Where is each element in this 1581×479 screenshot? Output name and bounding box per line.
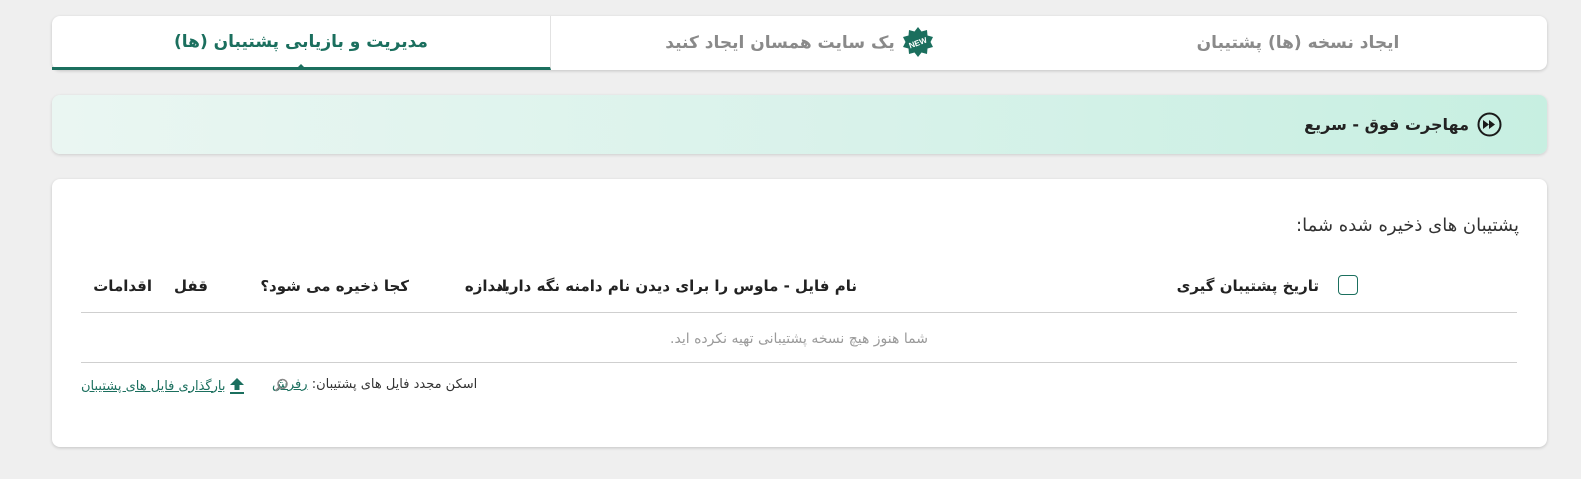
tab-clone-site[interactable]: NEW یک سایت همسان ایجاد کنید [551, 16, 1049, 70]
tab-clone-site-label: یک سایت همسان ایجاد کنید [665, 33, 895, 53]
tab-create-backup-label: ایجاد نسخه (ها) پشتیبان [1196, 33, 1400, 53]
tabs-bar: ایجاد نسخه (ها) پشتیبان NEW یک سایت همسا… [52, 16, 1547, 70]
search-icon[interactable] [274, 378, 289, 393]
column-header-filename: نام فایل - ماوس را برای دیدن نام دامنه ن… [495, 277, 857, 295]
backups-card: پشتیبان های ذخیره شده شما: تاریخ پشتیبان… [52, 179, 1547, 447]
tab-manage-restore[interactable]: مدیریت و بازیابی پشتیبان (ها) [52, 16, 551, 70]
banner-title: مهاجرت فوق - سریع [1304, 115, 1469, 134]
footer-divider [81, 362, 1517, 363]
column-header-lock: قفل [173, 277, 208, 295]
column-header-actions: اقدامات [93, 277, 152, 295]
rescan-label: اسکن مجدد فایل های پشتیبان: [311, 377, 478, 392]
upload-backups-button[interactable]: بارگذاری فایل های پشتیبان [81, 377, 245, 395]
header-divider [81, 312, 1517, 313]
rescan-row: اسکن مجدد فایل های پشتیبان: رفرش [272, 377, 477, 392]
tab-create-backup[interactable]: ایجاد نسخه (ها) پشتیبان [1049, 16, 1547, 70]
column-header-date[interactable]: تاریخ پشتیبان گیری [1177, 277, 1319, 295]
select-all-checkbox[interactable] [1338, 275, 1358, 295]
fast-forward-circle-icon [1477, 112, 1502, 137]
section-title: پشتیبان های ذخیره شده شما: [1296, 215, 1519, 236]
upload-icon [230, 378, 245, 394]
tab-manage-restore-label: مدیریت و بازیابی پشتیبان (ها) [174, 31, 428, 52]
upload-label: بارگذاری فایل های پشتیبان [81, 378, 226, 394]
column-header-location: کجا ذخیره می شود؟ [260, 277, 409, 295]
empty-message: شما هنوز هیچ نسخه پشتیبانی تهیه نکرده ای… [670, 331, 928, 347]
column-header-size: اندازه [464, 277, 507, 295]
new-badge-icon: NEW [902, 27, 933, 57]
migration-banner[interactable]: مهاجرت فوق - سریع [52, 95, 1547, 154]
